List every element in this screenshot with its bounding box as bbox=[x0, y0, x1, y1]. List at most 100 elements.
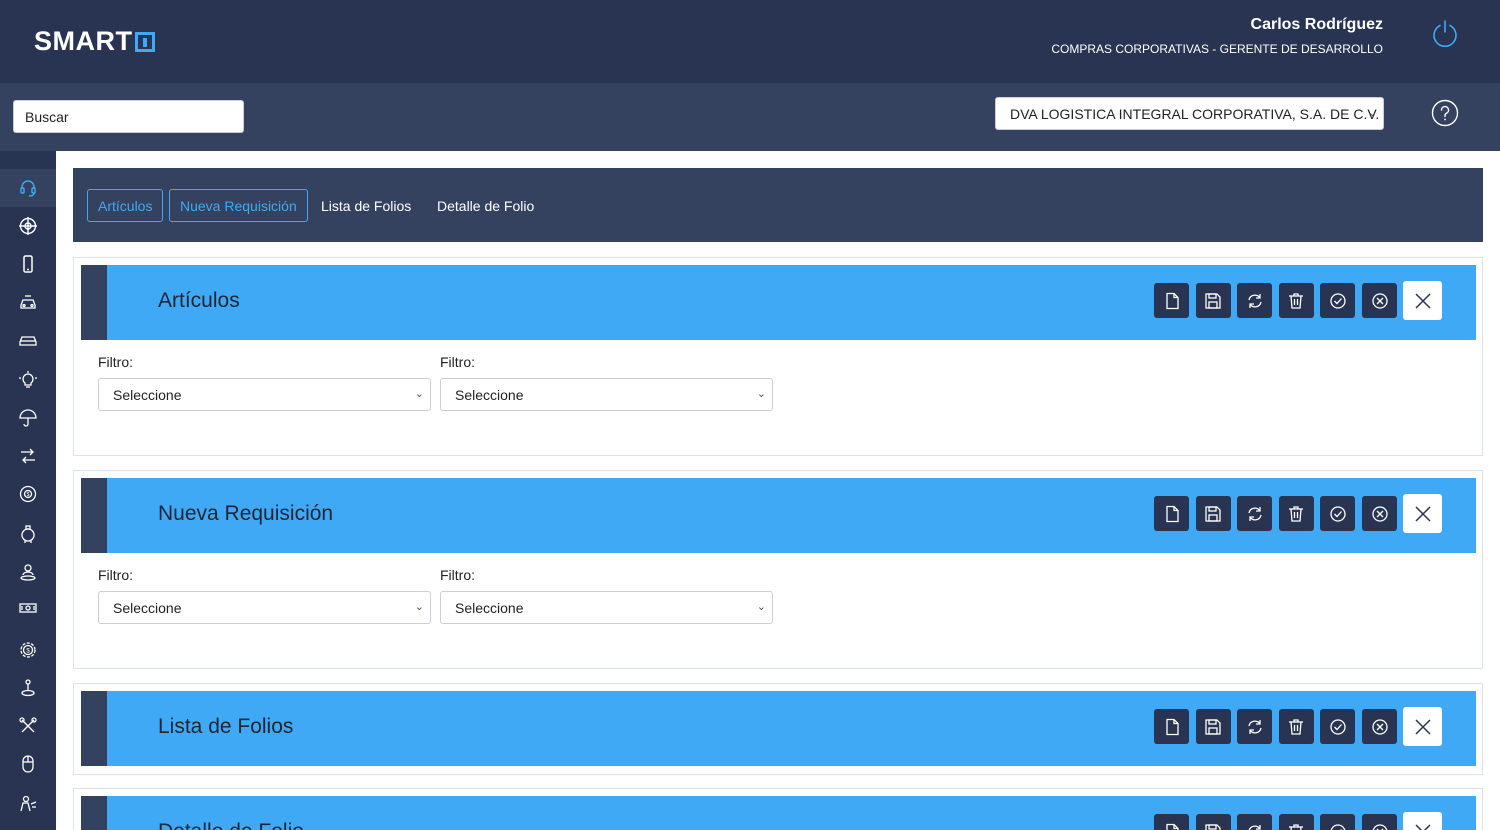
sidebar-item-worker[interactable] bbox=[0, 785, 56, 823]
save-button[interactable] bbox=[1195, 709, 1231, 744]
tab-articulos[interactable]: Artículos bbox=[87, 189, 164, 222]
refresh-button[interactable] bbox=[1237, 496, 1273, 531]
save-icon bbox=[1205, 292, 1221, 309]
sidebar-item-transfer[interactable] bbox=[0, 437, 56, 475]
check-circle-icon bbox=[1330, 505, 1346, 522]
close-button[interactable] bbox=[1403, 812, 1442, 830]
refresh-icon bbox=[1248, 824, 1261, 830]
card-actions bbox=[1147, 494, 1442, 533]
close-icon bbox=[1414, 505, 1431, 522]
delete-button[interactable] bbox=[1278, 496, 1314, 531]
filter-select[interactable]: Seleccione ⌄ bbox=[440, 378, 773, 411]
tools-icon bbox=[19, 717, 37, 733]
delete-button[interactable] bbox=[1278, 814, 1314, 830]
sidebar-item-tools[interactable] bbox=[0, 707, 56, 745]
save-icon bbox=[1205, 823, 1221, 830]
svg-text:$: $ bbox=[27, 492, 30, 498]
sidebar-item-gear-dollar[interactable]: $ bbox=[0, 631, 56, 669]
card-actions bbox=[1147, 707, 1442, 746]
cancel-button[interactable] bbox=[1362, 283, 1397, 318]
filter-select[interactable]: Seleccione ⌄ bbox=[440, 591, 773, 624]
close-button[interactable] bbox=[1403, 281, 1442, 320]
sidebar-item-joystick[interactable] bbox=[0, 669, 56, 707]
new-file-icon bbox=[1165, 823, 1179, 830]
save-icon bbox=[1205, 718, 1221, 735]
close-button[interactable] bbox=[1403, 707, 1442, 746]
worker-icon bbox=[20, 795, 37, 812]
lightbulb-icon bbox=[19, 371, 37, 388]
filter-label: Filtro: bbox=[98, 354, 133, 370]
tab-detalle-de-folio[interactable]: Detalle de Folio bbox=[427, 189, 544, 222]
filter-select[interactable]: Seleccione ⌄ bbox=[98, 378, 431, 411]
company-select[interactable]: DVA LOGISTICA INTEGRAL CORPORATIVA, S.A.… bbox=[995, 97, 1384, 130]
card-actions bbox=[1147, 812, 1442, 830]
filter-label: Filtro: bbox=[440, 567, 475, 583]
cancel-button[interactable] bbox=[1362, 814, 1397, 830]
close-button[interactable] bbox=[1403, 494, 1442, 533]
cancel-circle-icon bbox=[1371, 505, 1388, 522]
help-icon[interactable] bbox=[1431, 99, 1459, 127]
tab-nueva-requisicion[interactable]: Nueva Requisición bbox=[169, 189, 308, 222]
approve-button[interactable] bbox=[1320, 283, 1356, 318]
sidebar-item-mobile[interactable] bbox=[0, 245, 56, 283]
new-button[interactable] bbox=[1154, 814, 1190, 830]
approve-button[interactable] bbox=[1320, 814, 1356, 830]
delete-button[interactable] bbox=[1278, 283, 1314, 318]
cancel-circle-icon bbox=[1372, 823, 1387, 830]
search-input[interactable] bbox=[13, 100, 244, 133]
gear-dollar-icon: $ bbox=[20, 642, 36, 658]
new-button[interactable] bbox=[1154, 283, 1190, 318]
card-header: Nueva Requisición bbox=[81, 478, 1476, 553]
approve-button[interactable] bbox=[1320, 709, 1356, 744]
save-button[interactable] bbox=[1195, 283, 1231, 318]
piggy-bank-icon bbox=[21, 525, 35, 543]
save-button[interactable] bbox=[1195, 496, 1231, 531]
new-button[interactable] bbox=[1154, 709, 1190, 744]
logo[interactable]: SMART bbox=[34, 26, 155, 57]
check-circle-icon bbox=[1330, 718, 1346, 735]
sidebar-item-person-location[interactable] bbox=[0, 553, 56, 591]
sidebar-item-umbrella[interactable] bbox=[0, 399, 56, 437]
cash-icon bbox=[19, 603, 37, 613]
sidebar-item-car[interactable] bbox=[0, 321, 56, 359]
sidebar-item-globe-money[interactable]: $ bbox=[0, 475, 56, 513]
card-title: Detalle de Folio bbox=[158, 820, 304, 830]
refresh-button[interactable] bbox=[1237, 283, 1273, 318]
filter-select[interactable]: Seleccione ⌄ bbox=[98, 591, 431, 624]
sidebar-item-mouse[interactable] bbox=[0, 745, 56, 783]
refresh-button[interactable] bbox=[1237, 814, 1273, 830]
header-stripe bbox=[81, 265, 107, 340]
card-lista-de-folios: Lista de Folios bbox=[73, 683, 1483, 775]
sidebar-item-lightbulb[interactable] bbox=[0, 361, 56, 399]
sidebar-item-cash[interactable] bbox=[0, 589, 56, 627]
refresh-button[interactable] bbox=[1237, 709, 1273, 744]
trash-icon bbox=[1289, 823, 1304, 830]
save-button[interactable] bbox=[1195, 814, 1231, 830]
cancel-button[interactable] bbox=[1362, 709, 1397, 744]
new-file-icon bbox=[1165, 718, 1179, 735]
refresh-icon bbox=[1248, 506, 1262, 521]
card-detalle-de-folio: Detalle de Folio bbox=[73, 788, 1483, 830]
sidebar: $ $ bbox=[0, 151, 56, 830]
approve-button[interactable] bbox=[1320, 496, 1356, 531]
chevron-down-icon: ⌄ bbox=[414, 388, 424, 400]
power-icon[interactable] bbox=[1430, 18, 1460, 48]
close-icon bbox=[1414, 718, 1431, 735]
sidebar-item-car-front[interactable] bbox=[0, 283, 56, 321]
globe-money-icon: $ bbox=[19, 485, 37, 503]
chevron-down-icon: ⌄ bbox=[414, 601, 424, 613]
headset-icon bbox=[20, 180, 36, 197]
card-title: Artículos bbox=[158, 289, 240, 312]
new-button[interactable] bbox=[1154, 496, 1190, 531]
filter-select-value: Seleccione bbox=[455, 599, 524, 616]
sidebar-item-piggy-bank[interactable] bbox=[0, 515, 56, 553]
filter-select-value: Seleccione bbox=[113, 386, 182, 403]
sidebar-item-crosshair[interactable] bbox=[0, 207, 56, 245]
tab-lista-de-folios[interactable]: Lista de Folios bbox=[311, 189, 421, 222]
filter-label: Filtro: bbox=[440, 354, 475, 370]
user-role: COMPRAS CORPORATIVAS - GERENTE DE DESARR… bbox=[1051, 42, 1383, 56]
mobile-icon bbox=[23, 255, 33, 273]
cancel-button[interactable] bbox=[1362, 496, 1397, 531]
sidebar-item-headset[interactable] bbox=[0, 169, 56, 207]
delete-button[interactable] bbox=[1278, 709, 1314, 744]
